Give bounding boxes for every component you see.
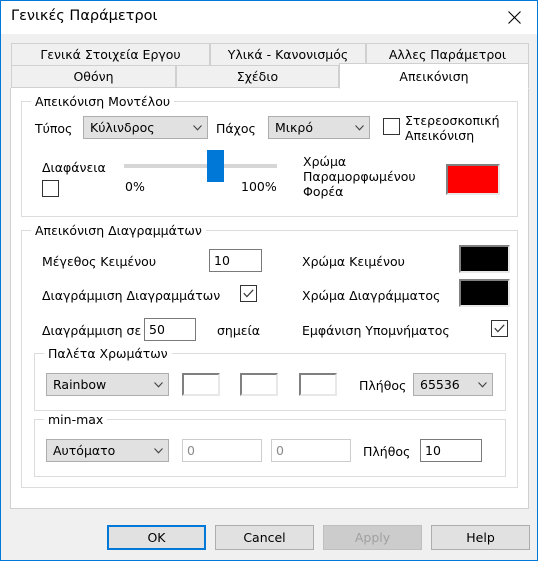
help-button[interactable]: Help: [431, 525, 530, 550]
stereoscopic-checkbox[interactable]: [383, 118, 400, 135]
transparency-checkbox[interactable]: [42, 180, 59, 197]
model-visualization-group: Απεικόνιση Μοντέλου Τύπος Κύλινδρος Πάχο…: [21, 94, 518, 217]
model-visualization-legend: Απεικόνιση Μοντέλου: [31, 94, 175, 109]
deformed-color-swatch[interactable]: [446, 164, 500, 195]
chevron-down-icon: [349, 124, 369, 131]
palette-combobox-value: Rainbow: [53, 377, 107, 392]
palette-combobox[interactable]: Rainbow: [46, 373, 169, 396]
tab-label: Απεικόνιση: [399, 68, 469, 84]
min-max-count-label: Πλήθος: [363, 444, 411, 459]
palette-color-1-fill: [184, 375, 218, 394]
hatch-diagrams-checkbox[interactable]: [240, 285, 257, 302]
tab-general-project-data[interactable]: Γενικά Στοιχεία Εργου: [11, 43, 210, 66]
diagram-color-swatch[interactable]: [459, 279, 510, 307]
palette-color-3-swatch[interactable]: [299, 373, 337, 396]
min-max-count-input[interactable]: 10: [420, 439, 482, 462]
tab-label: Σχέδιο: [236, 69, 279, 84]
text-color-swatch[interactable]: [459, 245, 510, 273]
type-combobox[interactable]: Κύλινδρος: [83, 116, 208, 139]
palette-count-value: 65536: [420, 377, 460, 392]
type-combobox-value: Κύλινδρος: [90, 120, 155, 135]
min-value-input[interactable]: 0: [182, 439, 262, 462]
window-title: Γενικές Παράμετροι: [11, 8, 158, 24]
tab-label: Οθόνη: [73, 69, 114, 84]
tab-label: Υλικά - Κανονισμός: [227, 47, 349, 62]
stereoscopic-label: Στερεοσκοπική Απεικόνιση: [405, 113, 500, 143]
text-size-input[interactable]: 10: [209, 249, 262, 272]
diagram-color-fill: [461, 281, 508, 305]
points-label: σημεία: [217, 323, 261, 338]
max-value: 0: [276, 443, 284, 458]
deformed-color-label: Χρώμα Παραμορφωμένου Φορέα: [303, 154, 416, 199]
min-max-mode-value: Αυτόματο: [53, 443, 116, 458]
max-value-input[interactable]: 0: [271, 439, 351, 462]
color-palette-group: Παλέτα Χρωμάτων Rainbow Πλήθος 65536: [34, 346, 506, 411]
min-max-legend: min-max: [44, 412, 108, 427]
min-value: 0: [187, 443, 195, 458]
palette-color-3-fill: [301, 375, 335, 394]
apply-button-label: Apply: [354, 530, 391, 545]
show-legend-checkbox[interactable]: [491, 320, 508, 337]
deformed-color-fill: [448, 166, 498, 193]
min-max-group: min-max Αυτόματο 0 0 Πλήθος 10: [34, 412, 506, 477]
apply-button: Apply: [323, 525, 422, 550]
diagram-visualization-legend: Απεικόνιση Διαγραμμάτων: [31, 223, 206, 238]
min-max-mode-combobox[interactable]: Αυτόματο: [46, 439, 169, 462]
cancel-button[interactable]: Cancel: [215, 525, 314, 550]
text-size-value: 10: [214, 253, 230, 268]
min-max-count-value: 10: [425, 443, 441, 458]
text-color-fill: [461, 247, 508, 271]
tab-label: Γενικά Στοιχεία Εργου: [40, 47, 181, 62]
color-palette-legend: Παλέτα Χρωμάτων: [44, 346, 172, 361]
tab-drawing[interactable]: Σχέδιο: [176, 65, 339, 88]
hatch-diagrams-label: Διαγράμμιση Διαγραμμάτων: [42, 288, 221, 303]
slider-max-label: 100%: [241, 179, 277, 194]
palette-count-combobox[interactable]: 65536: [413, 373, 493, 396]
close-icon[interactable]: [491, 1, 537, 33]
thickness-combobox-value: Μικρό: [275, 120, 313, 135]
show-legend-label: Εμφάνιση Υπομνήματος: [302, 323, 450, 338]
palette-color-2-swatch[interactable]: [240, 373, 278, 396]
transparency-slider-track[interactable]: [124, 164, 277, 168]
thickness-label: Πάχος: [216, 121, 256, 136]
palette-count-label: Πλήθος: [359, 378, 407, 393]
slider-min-label: 0%: [125, 179, 145, 194]
help-button-label: Help: [466, 530, 495, 545]
diagram-visualization-group: Απεικόνιση Διαγραμμάτων Μέγεθος Κειμένου…: [21, 223, 518, 488]
ok-button[interactable]: OK: [107, 525, 206, 550]
text-color-label: Χρώμα Κειμένου: [302, 254, 405, 269]
chevron-down-icon: [187, 124, 207, 131]
tab-visualization[interactable]: Απεικόνιση: [339, 63, 529, 89]
tab-screen[interactable]: Οθόνη: [11, 65, 176, 88]
palette-color-1-swatch[interactable]: [182, 373, 220, 396]
hatch-at-input[interactable]: 50: [144, 318, 196, 341]
type-label: Τύπος: [35, 121, 73, 136]
text-size-label: Μέγεθος Κειμένου: [42, 254, 157, 269]
hatch-at-label: Διαγράμμιση σε: [42, 323, 142, 338]
transparency-slider-thumb[interactable]: [207, 150, 224, 182]
thickness-combobox[interactable]: Μικρό: [268, 116, 370, 139]
cancel-button-label: Cancel: [243, 530, 286, 545]
hatch-at-value: 50: [149, 322, 165, 337]
title-bar: Γενικές Παράμετροι: [1, 1, 537, 34]
palette-color-2-fill: [242, 375, 276, 394]
chevron-down-icon: [148, 381, 168, 388]
ok-button-label: OK: [147, 530, 166, 545]
chevron-down-icon: [472, 381, 492, 388]
diagram-color-label: Χρώμα Διαγράμματος: [302, 288, 441, 303]
tab-label: Αλλες Παράμετροι: [388, 47, 507, 62]
chevron-down-icon: [148, 447, 168, 454]
transparency-label: Διαφάνεια: [42, 160, 106, 175]
tab-content-panel: Απεικόνιση Μοντέλου Τύπος Κύλινδρος Πάχο…: [10, 88, 529, 509]
general-parameters-dialog: Γενικές Παράμετροι Γενικά Στοιχεία Εργου…: [0, 0, 538, 561]
